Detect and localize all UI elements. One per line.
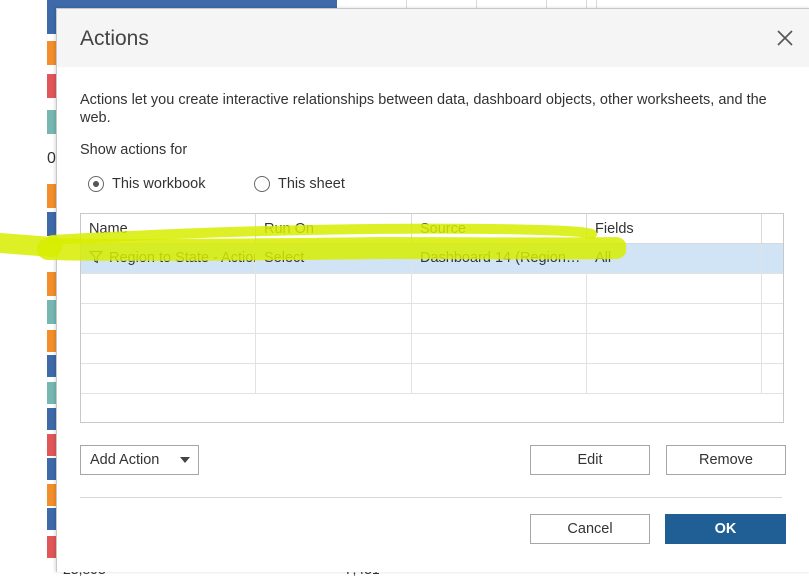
action-name: Region to State - Action [109,250,256,266]
empty-cell [412,364,587,394]
column-header-fields[interactable]: Fields [587,214,762,244]
empty-cell [81,274,256,304]
add-action-label: Add Action [90,452,160,468]
background-bar [47,184,56,208]
background-bar [47,382,56,404]
cancel-button[interactable]: Cancel [530,514,650,544]
cell-fields: All [587,244,762,274]
radio-this-sheet[interactable]: This sheet [254,176,345,192]
add-action-dropdown-button[interactable]: Add Action [80,445,199,475]
empty-cell [81,334,256,364]
table-row-empty [81,304,783,334]
cell-run-on: Select [256,244,412,274]
background-bar [47,8,56,34]
table-row-empty [81,364,783,394]
empty-cell [256,274,412,304]
background-bar [47,434,56,456]
empty-cell [256,334,412,364]
radio-button[interactable] [254,176,270,192]
empty-cell [587,304,762,334]
empty-cell [256,364,412,394]
background-bar [47,536,56,558]
background-bar [47,484,56,506]
cell-name: Region to State - Action [81,244,256,274]
background-bar [47,408,56,430]
background-header-bar [47,0,337,8]
footer-divider [80,497,782,498]
empty-cell [256,304,412,334]
empty-cell [81,364,256,394]
background-bar [47,110,56,134]
empty-cell [412,334,587,364]
empty-cell [81,304,256,334]
background-value: 0 [47,150,56,167]
background-bar [47,330,56,352]
cell-source: Dashboard 14 (Region Map) [412,244,587,274]
dialog-header: Actions [57,9,809,67]
empty-cell [587,364,762,394]
background-bar [47,212,56,236]
background-bar [47,300,56,324]
empty-cell [587,334,762,364]
cell-spacer [762,244,783,274]
radio-button-checked[interactable] [88,176,104,192]
column-header-source[interactable]: Source [412,214,587,244]
actions-table: Name Run On Source Fields Region to Stat… [80,213,784,423]
dialog-description: Actions let you create interactive relat… [80,92,767,126]
background-bar [47,41,56,65]
background-bar [47,74,56,98]
close-icon[interactable] [774,27,796,49]
empty-cell [587,274,762,304]
background-bar [47,508,56,530]
empty-cell [412,274,587,304]
filter-funnel-icon [89,250,103,264]
edit-button[interactable]: Edit [530,445,650,475]
radio-this-workbook[interactable]: This workbook [88,176,205,192]
radio-label: This workbook [112,176,206,192]
table-row-empty [81,274,783,304]
background-bar [47,355,56,377]
chevron-down-icon [180,457,190,463]
table-row-empty [81,334,783,364]
table-row-selected[interactable]: Region to State - Action Select Dashboar… [81,244,783,274]
background-bar [47,458,56,480]
column-header-spacer [762,214,783,244]
column-header-run-on[interactable]: Run On [256,214,412,244]
ok-button[interactable]: OK [665,514,786,544]
remove-button[interactable]: Remove [666,445,786,475]
actions-dialog: Actions Actions let you create interacti… [56,8,809,572]
empty-cell [412,304,587,334]
show-actions-for-label: Show actions for [80,142,188,158]
background-bar [47,272,56,296]
dialog-title: Actions [80,27,149,50]
column-header-name[interactable]: Name [81,214,256,244]
radio-label: This sheet [278,176,345,192]
